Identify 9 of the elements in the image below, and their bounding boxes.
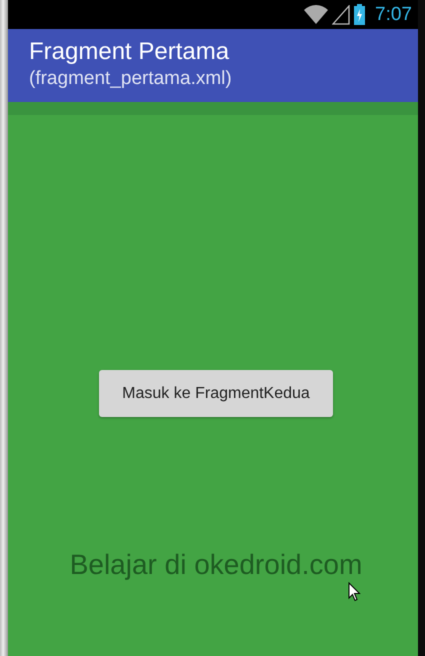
- status-time: 7:07: [375, 4, 412, 26]
- signal-icon: [332, 4, 350, 24]
- navigate-button[interactable]: Masuk ke FragmentKedua: [99, 370, 333, 417]
- footer-text: Belajar di okedroid.com: [70, 549, 362, 581]
- app-bar-title: Fragment Pertama: [29, 37, 230, 67]
- battery-icon: [354, 4, 366, 25]
- app-bar-subtitle: (fragment_pertama.xml): [29, 67, 232, 91]
- mouse-pointer-icon: [348, 582, 361, 602]
- wifi-icon: [304, 4, 328, 24]
